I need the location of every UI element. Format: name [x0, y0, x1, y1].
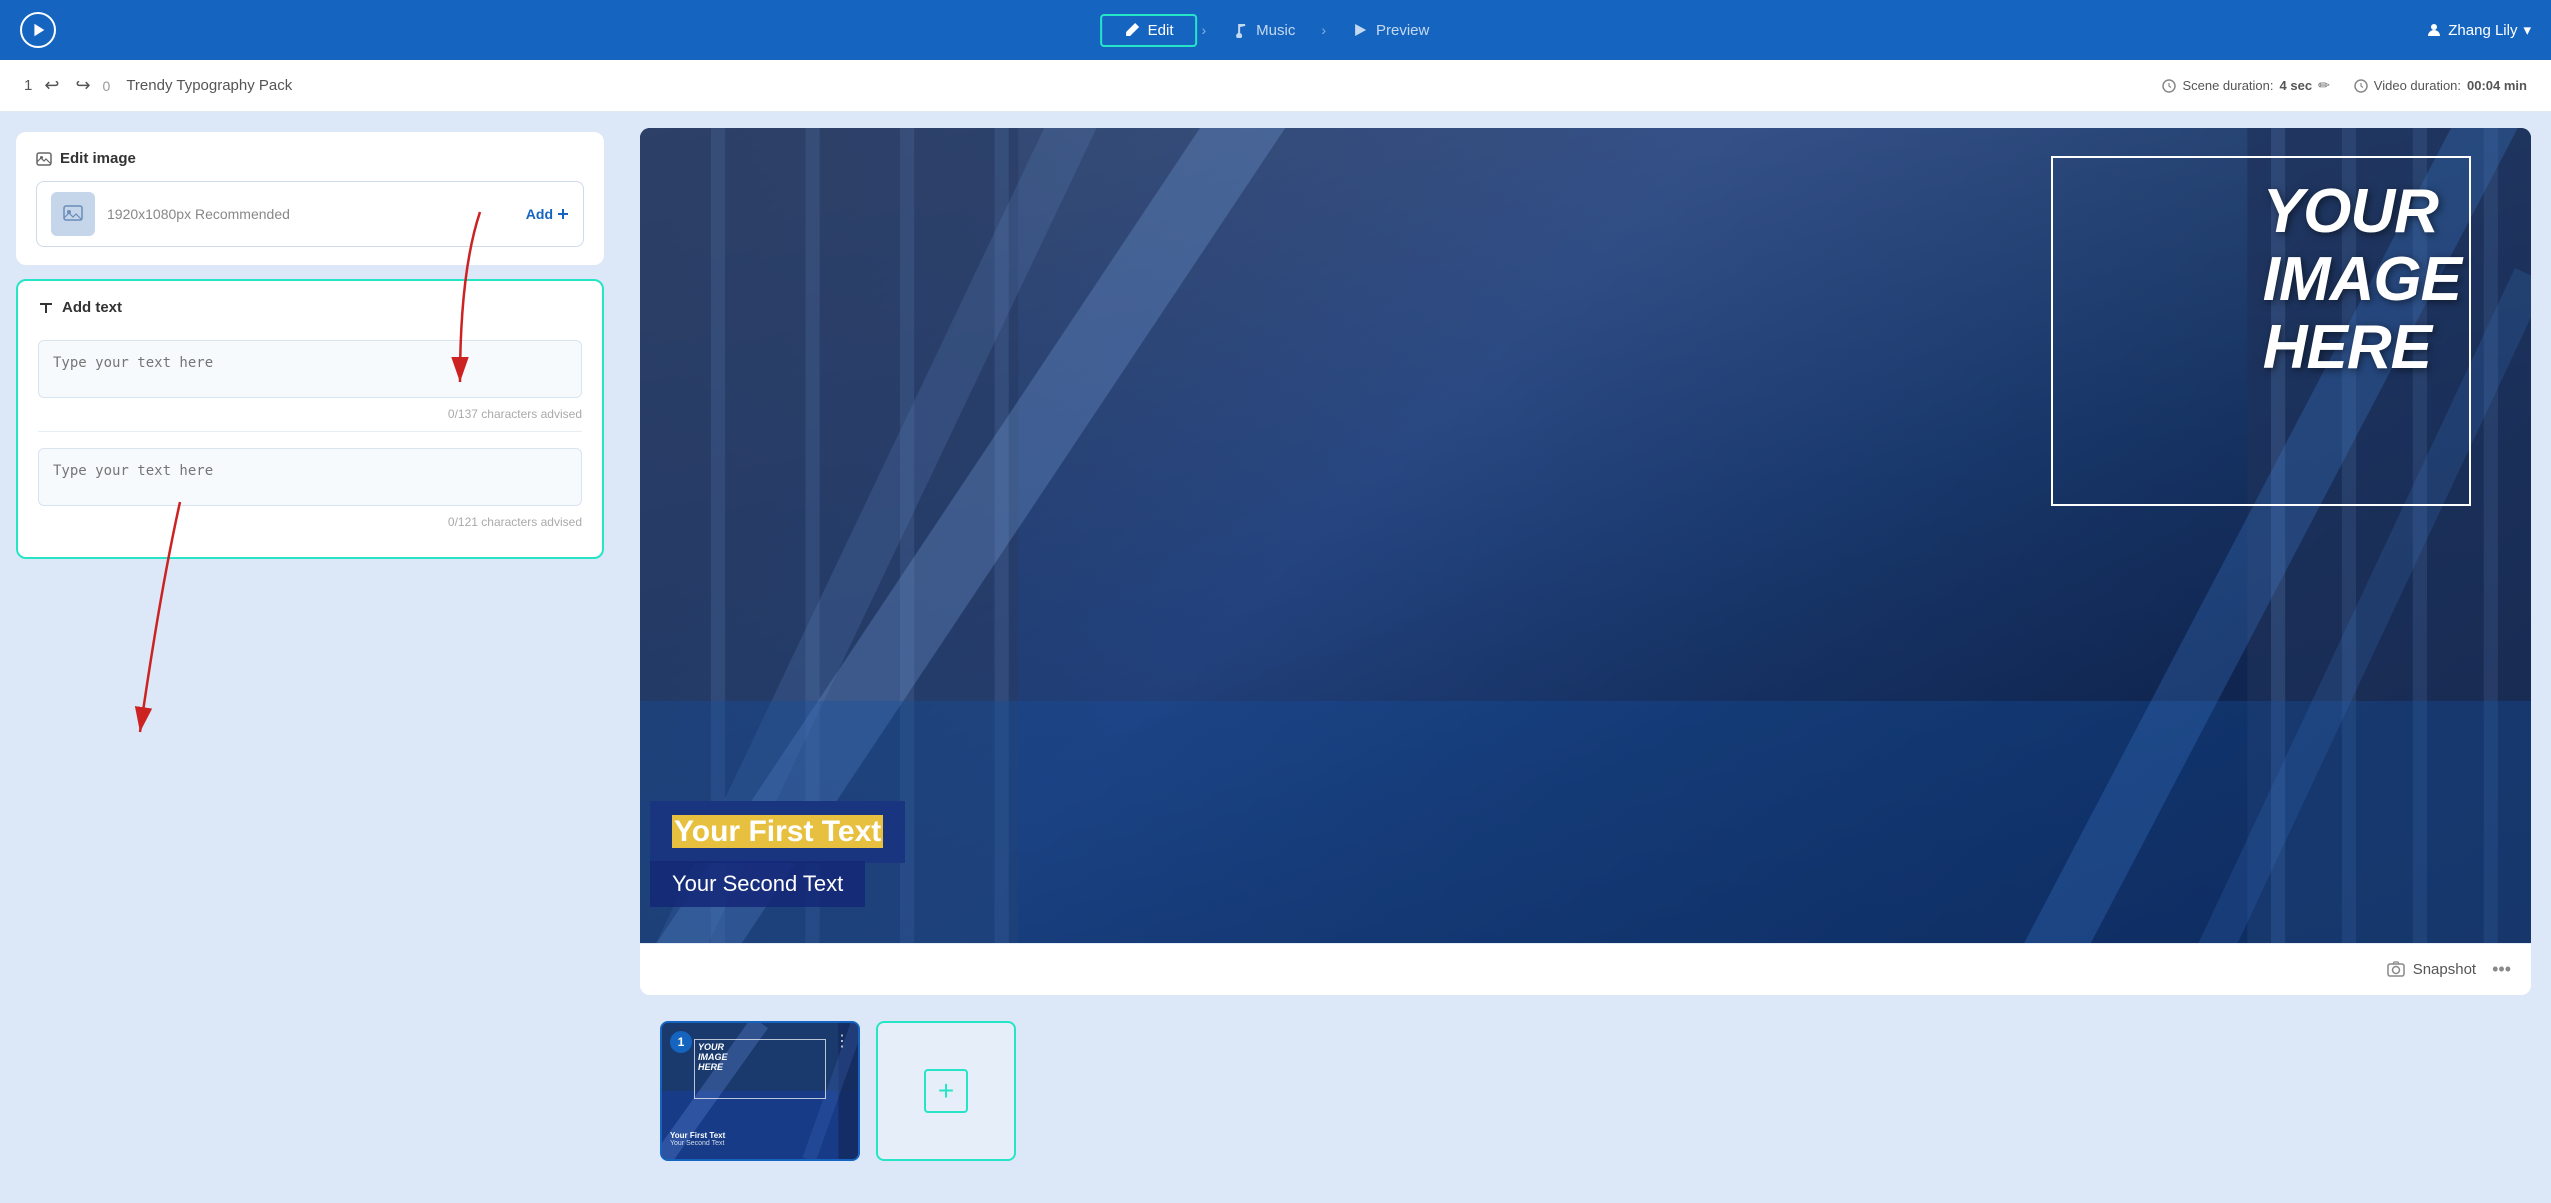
edit-image-title: Edit image [36, 150, 584, 167]
second-bar: 1 ↩ ↪ 0 Trendy Typography Pack Scene dur… [0, 60, 2551, 112]
second-text-display: Your Second Text [672, 871, 843, 896]
scene-duration-value: 4 sec [2280, 78, 2313, 93]
second-char-count: 0/121 characters advised [38, 515, 582, 529]
upload-label: 1920x1080px Recommended [107, 206, 514, 222]
divider [38, 431, 582, 432]
more-options-button[interactable]: ••• [2492, 959, 2511, 980]
preview-container: YOURIMAGEHERE Your First Text Your Secon… [640, 128, 2531, 995]
preview-image-area: YOURIMAGEHERE Your First Text Your Secon… [640, 128, 2531, 943]
undo-redo-group: 1 ↩ ↪ 0 [24, 71, 110, 100]
first-char-count: 0/137 characters advised [38, 407, 582, 421]
first-text-highlight: Your First Text [672, 815, 883, 848]
image-placeholder-text: YOURIMAGEHERE [2263, 178, 2461, 383]
top-nav: Edit › Music › Preview Zhang Lily ▾ [0, 0, 2551, 60]
app-logo[interactable] [20, 12, 56, 48]
step-number: 1 [24, 77, 32, 94]
video-duration-item: Video duration: 00:04 min [2354, 78, 2527, 93]
snapshot-button[interactable]: Snapshot [2387, 961, 2476, 979]
redo-count: 0 [103, 78, 111, 94]
first-text-display: Your First Text [672, 815, 883, 848]
nav-step-preview[interactable]: Preview [1330, 16, 1451, 45]
video-duration-value: 00:04 min [2467, 78, 2527, 93]
center-area: YOURIMAGEHERE Your First Text Your Secon… [620, 112, 2551, 1203]
add-text-title: Add text [38, 299, 582, 316]
duration-info: Scene duration: 4 sec ✏ Video duration: … [2162, 77, 2527, 94]
user-menu[interactable]: Zhang Lily ▾ [2426, 21, 2531, 39]
scene-duration-item: Scene duration: 4 sec ✏ [2162, 77, 2329, 94]
redo-button[interactable]: ↪ [71, 71, 94, 100]
second-text-banner: Your Second Text [650, 861, 865, 907]
thumb-more-button[interactable]: ⋮ [834, 1031, 850, 1051]
video-duration-label: Video duration: [2374, 78, 2461, 93]
thumb-bottom-text: Your First Text Your Second Text [670, 1131, 850, 1147]
scene-duration-label: Scene duration: [2182, 78, 2273, 93]
city-background: YOURIMAGEHERE Your First Text Your Secon… [640, 128, 2531, 943]
second-text-input[interactable] [38, 448, 582, 506]
nav-chevron-1: › [1197, 22, 1210, 38]
edit-image-card: Edit image 1920x1080px Recommended Add [16, 132, 604, 265]
plus-icon: + [924, 1069, 968, 1113]
project-name: Trendy Typography Pack [126, 77, 292, 94]
first-text-input[interactable] [38, 340, 582, 398]
add-image-button[interactable]: Add [526, 206, 569, 222]
nav-step-edit[interactable]: Edit [1100, 14, 1198, 47]
timeline-thumb-1[interactable]: 1 ⋮ YOURIMAGEHERE Your First Text Your S… [660, 1021, 860, 1161]
undo-button[interactable]: ↩ [40, 71, 63, 100]
nav-steps: Edit › Music › Preview [1100, 14, 1452, 47]
preview-bottom-bar: Snapshot ••• [640, 943, 2531, 995]
left-panel: Edit image 1920x1080px Recommended Add [0, 112, 620, 579]
bottom-timeline: 1 ⋮ YOURIMAGEHERE Your First Text Your S… [640, 1007, 2531, 1187]
first-text-banner: Your First Text [650, 801, 905, 863]
nav-step-music[interactable]: Music [1210, 16, 1317, 45]
scene-badge: 1 [670, 1031, 692, 1053]
add-scene-button[interactable]: + [876, 1021, 1016, 1161]
image-thumb [51, 192, 95, 236]
image-upload-row[interactable]: 1920x1080px Recommended Add [36, 181, 584, 247]
scene-duration-edit-button[interactable]: ✏ [2318, 77, 2330, 94]
nav-chevron-2: › [1317, 22, 1330, 38]
thumb-mini-text: YOURIMAGEHERE [698, 1043, 728, 1073]
main-layout: Edit image 1920x1080px Recommended Add [0, 112, 2551, 1203]
add-text-card: Add text 0/137 characters advised 0/121 … [16, 279, 604, 559]
